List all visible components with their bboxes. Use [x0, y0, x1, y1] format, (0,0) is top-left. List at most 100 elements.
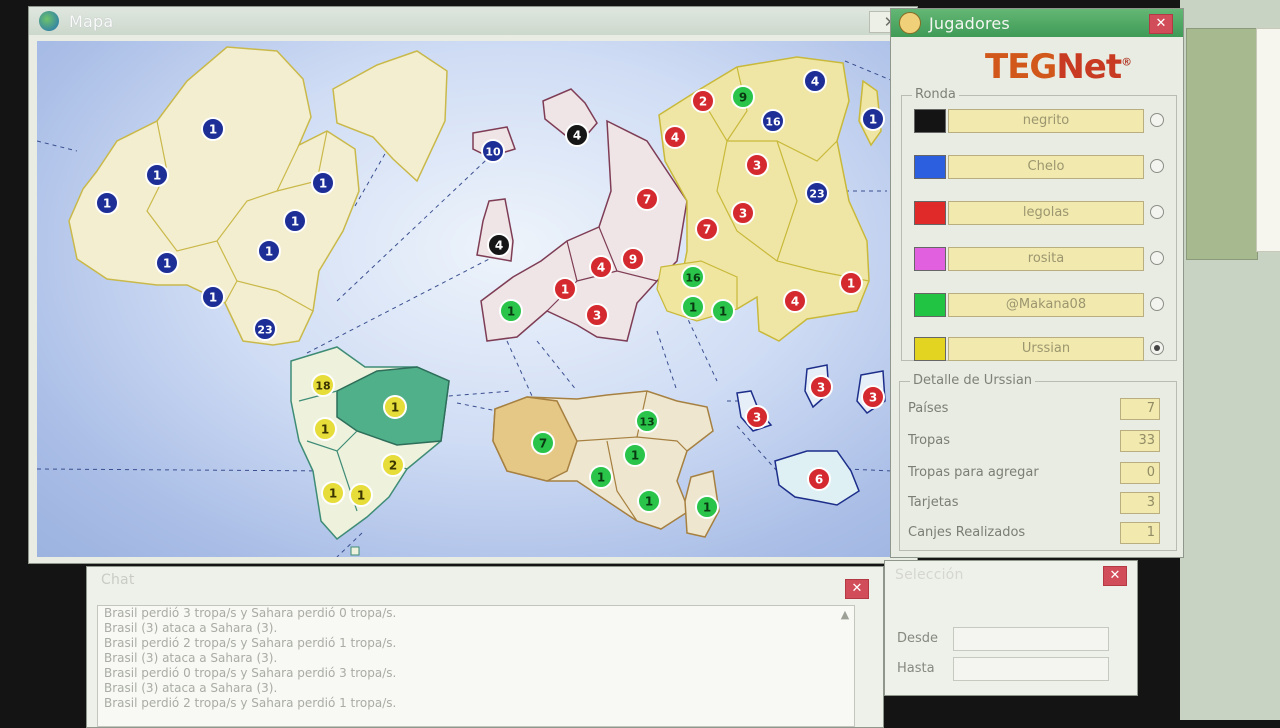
selection-window: Selección ✕ Desde Hasta	[884, 560, 1138, 696]
troop-marker[interactable]: 6	[807, 467, 831, 491]
player-row[interactable]: legolas	[914, 200, 1176, 226]
troop-marker[interactable]: 10	[481, 139, 505, 163]
troop-count: 9	[739, 91, 747, 105]
players-close-button[interactable]: ✕	[1149, 14, 1173, 34]
troop-count: 3	[817, 381, 825, 395]
troop-marker[interactable]: 1	[311, 171, 335, 195]
troop-marker[interactable]: 1	[861, 107, 885, 131]
troop-marker[interactable]: 3	[745, 153, 769, 177]
troop-marker[interactable]: 2	[381, 453, 405, 477]
troop-marker[interactable]: 1	[155, 251, 179, 275]
selection-close-button[interactable]: ✕	[1103, 566, 1127, 586]
from-input[interactable]	[953, 627, 1109, 651]
troop-marker[interactable]: 23	[253, 317, 277, 341]
troop-marker[interactable]: 4	[783, 289, 807, 313]
troop-marker[interactable]: 1	[553, 277, 577, 301]
troop-marker[interactable]: 4	[663, 125, 687, 149]
player-row[interactable]: Urssian	[914, 336, 1176, 362]
scroll-up-icon[interactable]: ▲	[838, 608, 852, 622]
north-america[interactable]	[68, 46, 448, 346]
map-canvas: 111111112310442 9416 143237374913161 114118…	[37, 46, 893, 557]
troop-marker[interactable]: 1	[839, 271, 863, 295]
troop-marker[interactable]: 3	[731, 201, 755, 225]
player-color-swatch	[914, 247, 946, 271]
chat-titlebar[interactable]: Chat ✕	[87, 567, 883, 599]
troop-marker[interactable]: 23	[805, 181, 829, 205]
troop-marker[interactable]: 4	[487, 233, 511, 257]
troop-marker[interactable]: 4	[803, 69, 827, 93]
troop-marker[interactable]: 2	[691, 89, 715, 113]
troop-marker[interactable]: 3	[745, 405, 769, 429]
chat-close-button[interactable]: ✕	[845, 579, 869, 599]
troop-marker[interactable]: 1	[283, 209, 307, 233]
to-input[interactable]	[953, 657, 1109, 681]
troop-marker[interactable]: 3	[809, 375, 833, 399]
troop-marker[interactable]: 1	[95, 191, 119, 215]
africa[interactable]	[492, 390, 720, 538]
troop-marker[interactable]: 1	[681, 295, 705, 319]
player-row[interactable]: @Makana08	[914, 292, 1176, 318]
troop-marker[interactable]: 4	[565, 123, 589, 147]
troop-marker[interactable]: 9	[621, 247, 645, 271]
player-radio[interactable]	[1150, 251, 1164, 265]
player-row[interactable]: rosita	[914, 246, 1176, 272]
troop-marker[interactable]: 7	[531, 431, 555, 455]
troop-count: 1	[391, 401, 399, 415]
troop-marker[interactable]: 1	[637, 489, 661, 513]
troop-marker[interactable]: 1	[695, 495, 719, 519]
player-radio[interactable]	[1150, 113, 1164, 127]
troop-count: 7	[703, 223, 711, 237]
players-titlebar[interactable]: Jugadores ✕	[891, 9, 1183, 37]
troop-marker[interactable]: 13	[635, 409, 659, 433]
troop-count: 3	[739, 207, 747, 221]
troop-marker[interactable]: 16	[761, 109, 785, 133]
troop-marker[interactable]: 1	[201, 285, 225, 309]
player-radio[interactable]	[1150, 297, 1164, 311]
troop-count: 1	[329, 487, 337, 501]
chat-log[interactable]: ▲ Brasil perdió 3 tropa/s y Sahara perdi…	[97, 605, 855, 727]
player-row[interactable]: negrito	[914, 108, 1176, 134]
detail-label: Tropas	[908, 433, 951, 448]
troop-count: 1	[291, 215, 299, 229]
world-map[interactable]: 1 1 1 1 1 1 1 1 23 10 4 4 2 9 4 16 1 4 3 23 7 3 7 4 9 1 3 16 1 1 1 4 1 18…	[37, 41, 893, 557]
chat-window: Chat ✕ ▲ Brasil perdió 3 tropa/s y Sahar…	[86, 566, 884, 728]
troop-marker[interactable]: 1	[257, 239, 281, 263]
player-color-swatch	[914, 337, 946, 361]
troop-marker[interactable]: 1	[589, 465, 613, 489]
selection-titlebar[interactable]: Selección ✕	[885, 561, 1137, 589]
troop-count: 4	[811, 75, 819, 89]
player-radio[interactable]	[1150, 341, 1164, 355]
troop-count: 3	[753, 411, 761, 425]
troop-marker[interactable]: 4	[589, 255, 613, 279]
troop-marker[interactable]: 1	[321, 481, 345, 505]
troop-marker[interactable]: 3	[585, 303, 609, 327]
troop-count: 16	[685, 272, 701, 285]
chat-title: Chat	[101, 572, 135, 588]
troop-marker[interactable]: 9	[731, 85, 755, 109]
troop-count: 1	[319, 177, 327, 191]
troop-count: 1	[321, 423, 329, 437]
troop-marker[interactable]: 1	[349, 483, 373, 507]
troop-marker[interactable]: 7	[635, 187, 659, 211]
troop-marker[interactable]: 3	[861, 385, 885, 409]
troop-marker[interactable]: 1	[623, 443, 647, 467]
troop-marker[interactable]: 16	[681, 265, 705, 289]
troop-count: 1	[153, 169, 161, 183]
troop-marker[interactable]: 1	[383, 395, 407, 419]
troop-marker[interactable]: 1	[499, 299, 523, 323]
map-titlebar[interactable]: Mapa ✕	[29, 7, 917, 35]
player-row[interactable]: Chelo	[914, 154, 1176, 180]
detail-value: 3	[1120, 492, 1160, 514]
player-radio[interactable]	[1150, 205, 1164, 219]
troop-marker[interactable]: 1	[201, 117, 225, 141]
troop-marker[interactable]: 1	[711, 299, 735, 323]
troop-marker[interactable]: 18	[311, 373, 335, 397]
troop-count: 1	[209, 123, 217, 137]
player-name: Urssian	[948, 337, 1144, 361]
troop-marker[interactable]: 1	[313, 417, 337, 441]
player-name: @Makana08	[948, 293, 1144, 317]
troop-marker[interactable]: 7	[695, 217, 719, 241]
troop-marker[interactable]: 1	[145, 163, 169, 187]
player-radio[interactable]	[1150, 159, 1164, 173]
from-label: Desde	[897, 631, 939, 646]
